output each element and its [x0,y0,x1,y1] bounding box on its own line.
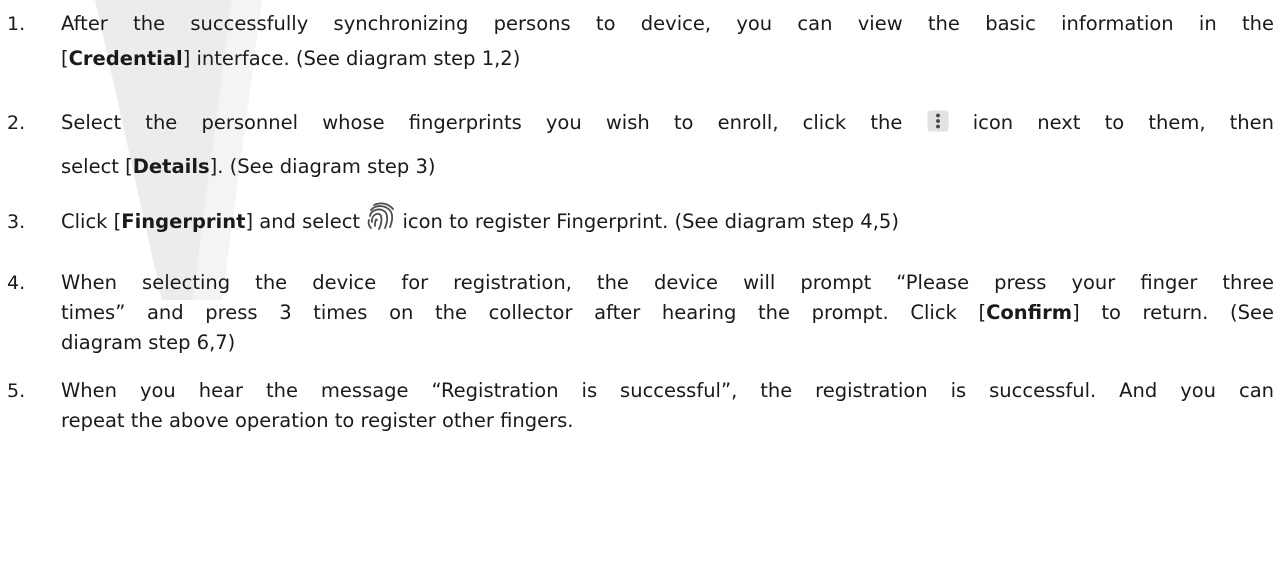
instruction-list: 1. After the successfully synchronizing … [0,0,1281,585]
step-5-line-2: repeat the above operation to register o… [61,409,574,432]
step-number: 1. [7,13,26,35]
fingerprint-icon [366,201,396,247]
step-number: 4. [7,272,26,294]
fingerprint-label: Fingerprint [121,210,246,233]
details-label: Details [132,155,210,178]
step-1-line-1: After the successfully synchronizing per… [61,12,1274,35]
step-3-line-1: Click [Fingerprint] and select icon to r… [61,200,1274,247]
more-vertical-icon [927,101,949,151]
step-number: 3. [7,211,26,233]
step-number: 2. [7,112,26,134]
step-4-line-1: When selecting the device for registrati… [61,271,1274,294]
credential-label: Credential [68,47,183,70]
step-2-line-2: select [Details]. (See diagram step 3) [61,155,436,178]
step-4-line-3: diagram step 6,7) [61,331,236,354]
step-5-line-1: When you hear the message “Registration … [61,379,1274,402]
step-2-line-1: Select the personnel whose fingerprints … [61,98,1274,151]
step-1-line-2: [Credential] interface. (See diagram ste… [61,47,521,70]
step-number: 5. [7,380,26,402]
confirm-label: Confirm [986,301,1073,324]
step-4-line-2: times” and press 3 times on the collecto… [61,301,1274,324]
